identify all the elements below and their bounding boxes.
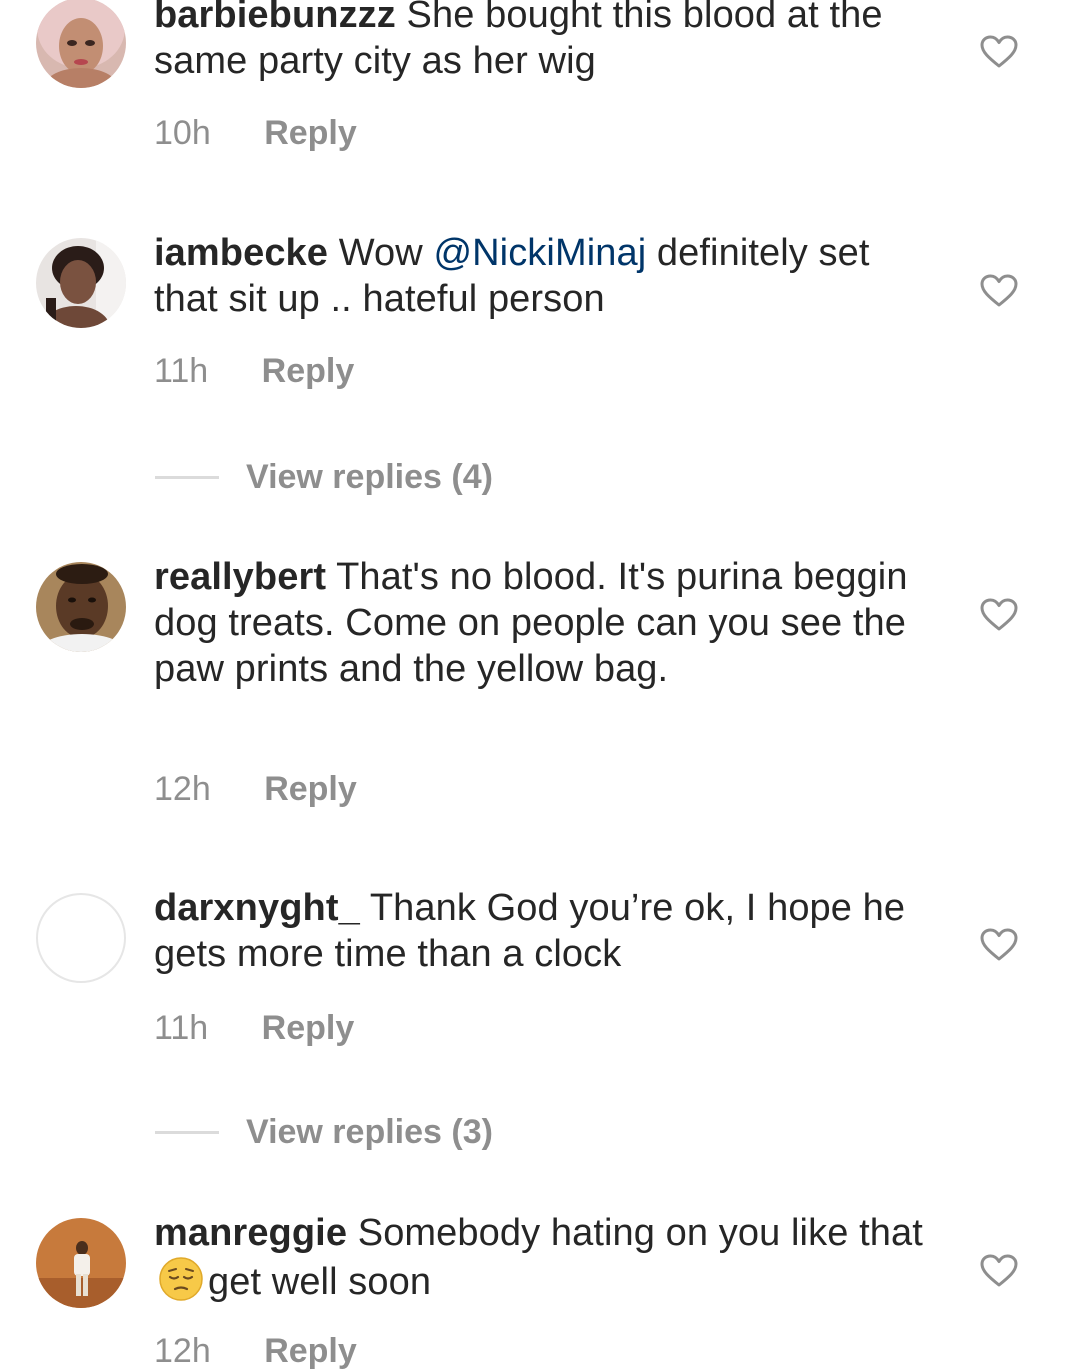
comment-username[interactable]: manreggie [154,1212,347,1254]
like-button[interactable] [980,928,1018,962]
heart-outline-icon [980,928,1018,961]
comment-body: iambecke Wow @NickiMinaj definitely set … [154,230,924,322]
heart-outline-icon [980,35,1018,68]
comment-text-before: Somebody hating on you like that [357,1212,923,1254]
comment-meta: 11h Reply [154,352,354,391]
avatar-image [36,562,126,652]
avatar-image [36,0,126,88]
comment-meta: 11h Reply [154,1009,354,1048]
avatar-image [36,1218,126,1308]
pensive-face-emoji [159,1257,203,1301]
avatar[interactable] [36,1218,126,1308]
like-button[interactable] [980,35,1018,69]
view-replies-label: View replies (3) [246,1113,493,1151]
avatar[interactable] [36,562,126,652]
comment-meta: 12h Reply [154,770,357,809]
avatar-image [36,238,126,328]
like-button[interactable] [980,598,1018,632]
comment-timestamp: 12h [154,1332,211,1370]
comment-username[interactable]: darxnyght_ [154,887,360,929]
comment-body: manreggie Somebody hating on you like th… [154,1210,924,1305]
view-replies-line [155,476,219,479]
view-replies-button[interactable]: View replies (4) [155,457,655,497]
heart-outline-icon [980,1254,1018,1287]
view-replies-button[interactable]: View replies (3) [155,1112,655,1152]
comment-timestamp: 10h [154,114,211,152]
comment-body: barbiebunzzz She bought this blood at th… [154,0,924,84]
view-replies-label: View replies (4) [246,458,493,496]
reply-button[interactable]: Reply [264,770,357,809]
heart-outline-icon [980,274,1018,307]
comment-timestamp: 12h [154,770,211,808]
comment-body: darxnyght_ Thank God you’re ok, I hope h… [154,885,924,977]
avatar[interactable] [36,0,126,88]
comment-meta: 10h Reply [154,114,357,153]
reply-button[interactable]: Reply [262,1009,355,1048]
view-replies-line [155,1131,219,1134]
mention-link[interactable]: @NickiMinaj [433,232,646,274]
comment-body: reallybert That's no blood. It's purina … [154,554,924,692]
heart-outline-icon [980,598,1018,631]
comment-meta: 12h Reply [154,1332,357,1371]
comment-username[interactable]: iambecke [154,232,328,274]
reply-button[interactable]: Reply [262,352,355,391]
reply-button[interactable]: Reply [264,114,357,153]
comment-username[interactable]: reallybert [154,556,326,598]
avatar[interactable] [36,893,126,983]
like-button[interactable] [980,274,1018,308]
comment-timestamp: 11h [154,1009,209,1047]
comment-text-before: Wow [338,232,423,274]
like-button[interactable] [980,1254,1018,1288]
comment-text-after: get well soon [208,1261,432,1303]
avatar[interactable] [36,238,126,328]
comment-timestamp: 11h [154,352,209,390]
comment-username[interactable]: barbiebunzzz [154,0,396,36]
reply-button[interactable]: Reply [264,1332,357,1371]
